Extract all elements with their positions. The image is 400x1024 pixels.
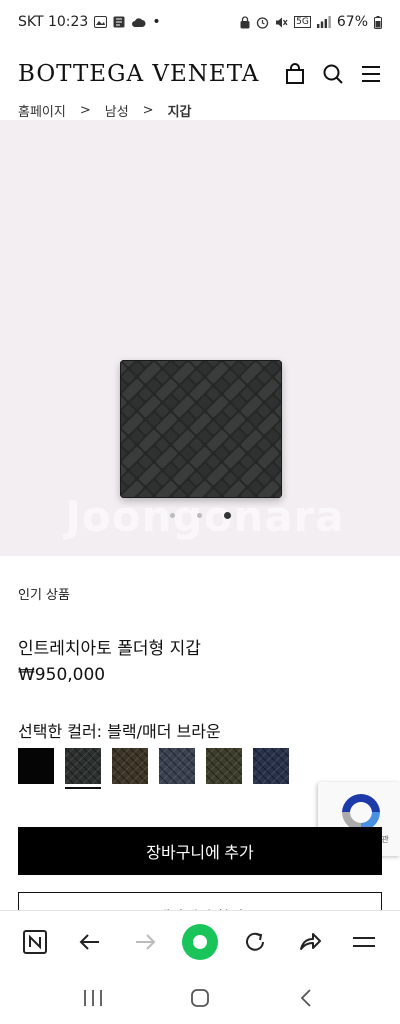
breadcrumb-separator: > (79, 102, 91, 118)
brand-logo[interactable]: BOTTEGA VENETA (18, 61, 259, 87)
color-swatches (18, 748, 289, 789)
battery-percent: 67% (336, 14, 368, 30)
breadcrumb-wallets[interactable]: 지갑 (168, 101, 192, 120)
color-swatch[interactable] (65, 748, 101, 789)
alarm-icon (257, 16, 269, 29)
mute-icon (276, 17, 288, 27)
carousel-dot[interactable] (196, 513, 202, 518)
product-image-gallery[interactable]: Joongonara (0, 120, 400, 556)
breadcrumb: 홈페이지 > 남성 > 지갑 (0, 100, 400, 120)
naver-n-icon[interactable] (15, 922, 55, 962)
header-actions (284, 63, 382, 85)
gallery-notification-icon (94, 16, 108, 28)
lock-status-icon (240, 15, 250, 28)
browser-toolbar (0, 910, 400, 972)
system-nav-bar (0, 972, 400, 1024)
product-name: 인트레치아토 폴더형 지갑 (18, 639, 201, 659)
selected-color-label: 선택한 컬러: 블랙/매더 브라운 (18, 722, 221, 741)
status-right: 5G 67% (240, 14, 382, 30)
home-icon[interactable] (189, 987, 211, 1009)
breadcrumb-home[interactable]: 홈페이지 (18, 101, 66, 120)
refresh-icon[interactable] (235, 922, 275, 962)
battery-icon (374, 15, 382, 29)
hamburger-menu-icon[interactable] (344, 922, 384, 962)
popular-tag: 인기 상품 (18, 588, 70, 603)
color-swatch[interactable] (206, 748, 242, 784)
carousel-indicators (0, 512, 400, 519)
back-icon[interactable] (296, 987, 318, 1009)
cloud-icon (132, 17, 146, 27)
product-wallet-image (120, 360, 282, 498)
network-badge: 5G (294, 16, 311, 28)
carousel-dot[interactable] (169, 513, 175, 518)
status-left: SKT 10:23 • (18, 14, 161, 30)
add-to-cart-button[interactable]: 장바구니에 추가 (18, 827, 382, 875)
note-notification-icon (113, 16, 125, 28)
green-home-icon[interactable] (180, 922, 220, 962)
signal-icon (316, 16, 331, 28)
color-swatch[interactable] (253, 748, 289, 784)
status-bar: SKT 10:23 • 5G 67% (0, 0, 400, 44)
carousel-dot-active[interactable] (223, 512, 231, 519)
site-header: BOTTEGA VENETA (0, 44, 400, 104)
recent-apps-icon[interactable] (82, 988, 104, 1008)
color-swatch[interactable] (18, 748, 54, 784)
breadcrumb-separator: > (142, 102, 154, 118)
back-arrow-icon[interactable] (70, 922, 110, 962)
color-swatch[interactable] (112, 748, 148, 784)
forward-arrow-icon[interactable] (125, 922, 165, 962)
color-swatch[interactable] (159, 748, 195, 784)
status-dot: • (152, 14, 161, 30)
carrier-time: SKT 10:23 (18, 14, 89, 30)
breadcrumb-men[interactable]: 남성 (105, 101, 129, 120)
shopping-bag-icon[interactable] (284, 63, 306, 85)
search-icon[interactable] (322, 63, 344, 85)
product-price: ₩950,000 (18, 665, 106, 685)
menu-icon[interactable] (360, 63, 382, 85)
share-icon[interactable] (290, 922, 330, 962)
